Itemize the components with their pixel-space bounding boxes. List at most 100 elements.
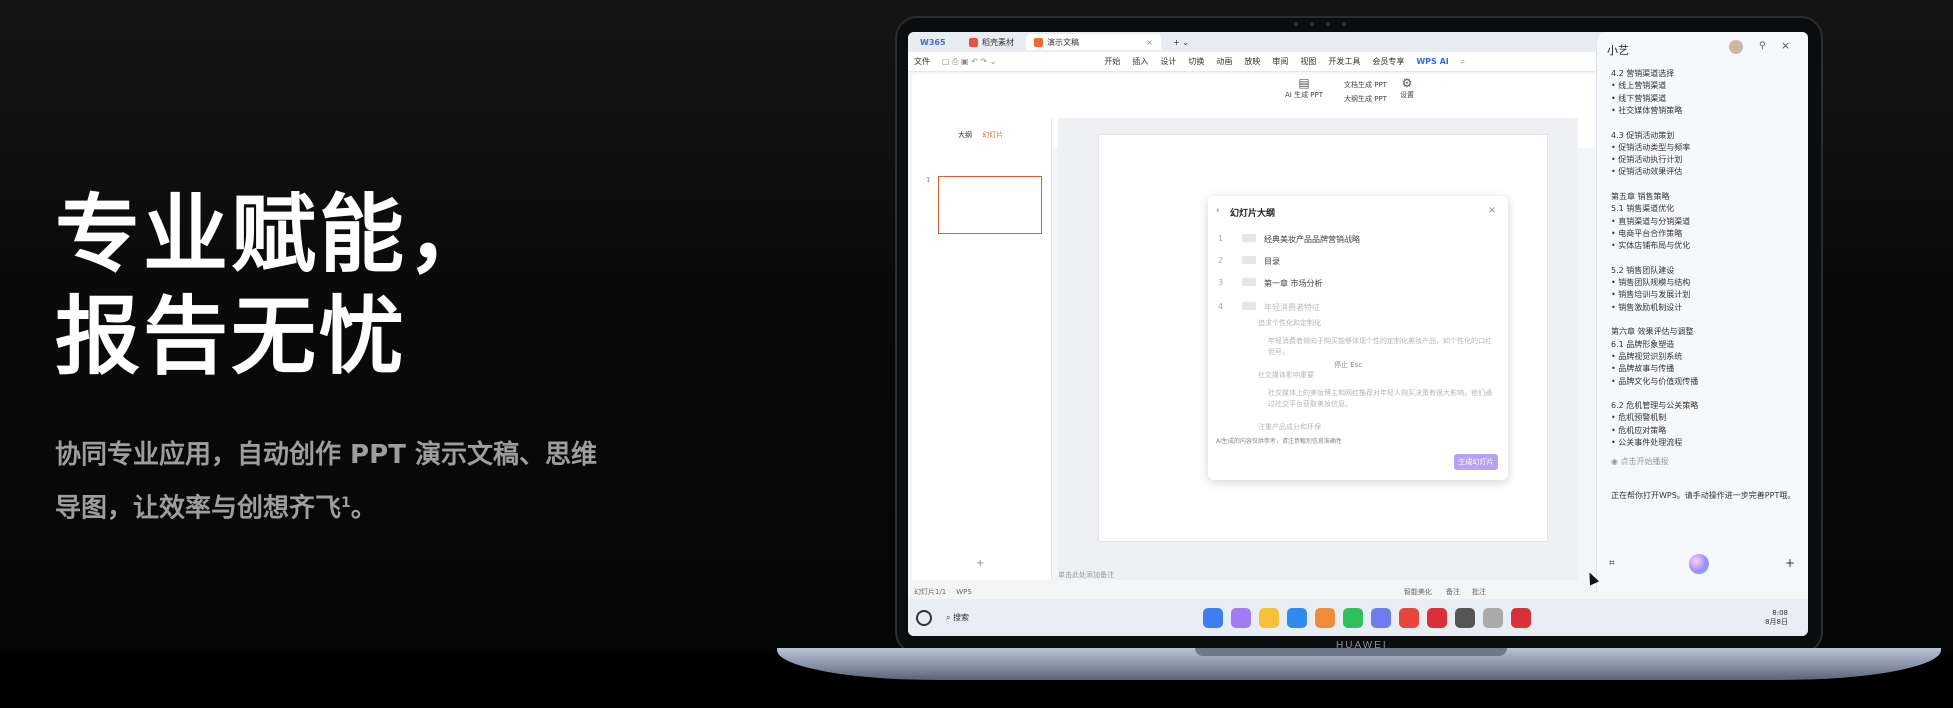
menu-review[interactable]: 审阅 — [1272, 56, 1288, 67]
doc-ppt-label: 文档生成 PPT — [1344, 81, 1387, 89]
music-icon[interactable] — [1371, 607, 1392, 628]
new-tab-button[interactable]: + ⌄ — [1165, 34, 1197, 50]
tab-w365[interactable]: W365 — [912, 34, 957, 50]
slide-thumbnail[interactable] — [938, 176, 1042, 234]
smart-beautify-button[interactable]: 智能美化 — [1404, 587, 1432, 597]
comments-toggle[interactable]: 批注 — [1472, 587, 1486, 597]
docer-icon — [969, 37, 978, 47]
search-icon[interactable]: ⌕ — [1461, 57, 1465, 67]
settings-button[interactable]: ⚙ 设置 — [1400, 76, 1414, 100]
browser-icon[interactable] — [1287, 607, 1308, 628]
tab-docer[interactable]: 稻壳素材 — [961, 34, 1022, 50]
xiaoyi-line: • 品牌视觉识别系统 — [1611, 351, 1683, 361]
hero-title: 专业赋能， 报告无忧 — [55, 185, 675, 389]
outline-ppt-label: 大纲生成 PPT — [1344, 95, 1387, 103]
menu-insert[interactable]: 插入 — [1132, 56, 1148, 67]
crop-icon[interactable]: ⌗ — [1609, 558, 1615, 569]
camera-bar — [1280, 22, 1360, 28]
xiaoyi-orb-icon[interactable] — [1689, 554, 1709, 574]
close-tab-icon[interactable]: × — [1146, 38, 1153, 47]
doc-to-ppt-button[interactable]: 文档生成 PPT — [1344, 80, 1387, 90]
menu-animation[interactable]: 动画 — [1216, 56, 1232, 67]
xiaoyi-title: 小艺 — [1607, 44, 1629, 57]
row-text: 年轻消费者特征 — [1264, 303, 1320, 312]
xiaoyi-line: • 销售培训与发展计划 — [1611, 290, 1691, 300]
brand-label: HUAWEI — [1336, 640, 1388, 651]
notes-placeholder[interactable]: 单击此处添加备注 — [1058, 570, 1114, 580]
menu-file[interactable]: 文件 — [914, 56, 930, 67]
settings-app-icon[interactable] — [1455, 607, 1476, 628]
ai-ppt-icon: ▤ — [1298, 76, 1310, 90]
avatar[interactable] — [1729, 40, 1743, 54]
close-icon[interactable]: × — [1781, 39, 1790, 52]
footnote-mark: 1 — [341, 495, 351, 511]
generate-slides-button[interactable]: 生成幻灯片 — [1454, 454, 1498, 470]
row-text: 第一章 市场分析 — [1264, 279, 1323, 288]
menu-developer[interactable]: 开发工具 — [1328, 56, 1360, 67]
start-icon[interactable] — [916, 609, 932, 626]
tab-outline[interactable]: 大纲 — [958, 131, 972, 139]
stop-generation-button[interactable]: 停止 Esc — [1334, 360, 1362, 371]
xiaoyi-line: 5.1 销售渠道优化 — [1611, 204, 1675, 214]
outline-row[interactable]: 4 年轻消费者特征 — [1218, 302, 1320, 313]
slide-outline-dialog: ‹ 幻灯片大纲 × 1 经典美妆产品品牌营销战略 2 目录 3 第一章 市场分析 4 年… — [1208, 196, 1508, 480]
add-slide-icon[interactable]: + — [976, 558, 984, 569]
tab-slides[interactable]: 幻灯片 — [982, 131, 1003, 139]
messages-icon[interactable] — [1343, 607, 1364, 628]
dialog-title: 幻灯片大纲 — [1230, 209, 1276, 219]
menu-view[interactable]: 视图 — [1300, 56, 1316, 67]
xiaoyi-line: • 促销活动执行计划 — [1611, 155, 1683, 165]
wps-app-icon[interactable] — [1511, 607, 1532, 628]
outline-to-ppt-button[interactable]: 大纲生成 PPT — [1344, 94, 1387, 104]
row-number: 3 — [1218, 278, 1224, 287]
outline-detail: 社交媒体上的美妆博主和网红推荐对年轻人购买决策有很大影响，他们通过社交平台获取美… — [1268, 389, 1492, 408]
taskbar-search[interactable]: ⌕ 搜索 — [946, 612, 969, 623]
menu-home[interactable]: 开始 — [1104, 56, 1120, 67]
xiaoyi-line: • 线上营销渠道 — [1611, 81, 1667, 91]
hero-subtitle-end: 。 — [350, 493, 377, 524]
hero-title-line1: 专业赋能， — [55, 186, 496, 285]
outline-row[interactable]: 3 第一章 市场分析 — [1218, 278, 1323, 289]
menu-slideshow[interactable]: 放映 — [1244, 56, 1260, 67]
add-icon[interactable]: + — [1785, 556, 1795, 570]
xiaoyi-line: • 促销活动效果评估 — [1611, 167, 1683, 177]
hero-subtitle: 协同专业应用，自动创作 PPT 演示文稿、思维 导图，让效率与创想齐飞1。 — [55, 431, 675, 533]
pin-icon[interactable]: ⚲ — [1759, 41, 1766, 51]
menu-transition[interactable]: 切换 — [1188, 56, 1204, 67]
tab-presentation[interactable]: 演示文稿 × — [1026, 34, 1161, 50]
outline-subitem: 社交媒体影响重要 — [1258, 371, 1314, 379]
tab-presentation-label: 演示文稿 — [1047, 37, 1079, 47]
store-icon[interactable] — [1427, 607, 1448, 628]
tts-play-label: 点击开始播报 — [1620, 457, 1669, 466]
tab-w365-label: W365 — [920, 37, 946, 47]
gear-icon: ⚙ — [1401, 76, 1413, 90]
outline-row[interactable]: 1 经典美妆产品品牌营销战略 — [1218, 234, 1360, 245]
menu-design[interactable]: 设计 — [1160, 56, 1176, 67]
back-icon[interactable]: ‹ — [1216, 206, 1220, 216]
row-text: 经典美妆产品品牌营销战略 — [1264, 235, 1360, 244]
tab-docer-label: 稻壳素材 — [982, 37, 1014, 47]
books-icon[interactable] — [1399, 607, 1420, 628]
menu-member[interactable]: 会员专享 — [1372, 56, 1404, 67]
xiaoyi-line: • 品牌文化与价值观传播 — [1611, 376, 1699, 386]
app-icon[interactable] — [1231, 607, 1252, 628]
xiaoyi-message: 正在帮你打开WPS。请手动操作进一步完善PPT哦。 — [1611, 491, 1796, 500]
outline-subitem: 注重产品成分和环保 — [1258, 423, 1321, 431]
notes-toggle[interactable]: 备注 — [1446, 587, 1460, 597]
close-icon[interactable]: × — [1488, 205, 1496, 216]
ai-ppt-label: AI 生成 PPT — [1285, 91, 1324, 99]
trash-icon[interactable] — [1483, 607, 1504, 628]
quick-toolbar-icons[interactable]: ▢ ⎙ ▣ ↶ ↷ ⌄ — [942, 57, 996, 67]
hero-subtitle-line2: 导图，让效率与创想齐飞1。 — [55, 479, 675, 533]
ai-generate-ppt-button[interactable]: ▤ AI 生成 PPT — [1285, 76, 1323, 100]
menu-wps-ai[interactable]: WPS AI — [1416, 57, 1448, 66]
notes-app-icon[interactable] — [1259, 607, 1280, 628]
clock[interactable]: 8:08 8月8日 — [1765, 609, 1788, 627]
settings-label: 设置 — [1400, 91, 1414, 99]
tts-play[interactable]: ◉ 点击开始播报 — [1611, 456, 1669, 468]
gallery-icon[interactable] — [1315, 607, 1336, 628]
xiaoyi-line: • 直销渠道与分销渠道 — [1611, 216, 1691, 226]
outline-row[interactable]: 2 目录 — [1218, 256, 1280, 267]
app-launcher-icon[interactable] — [1203, 607, 1224, 628]
xiaoyi-line: • 危机应对策略 — [1611, 425, 1667, 435]
